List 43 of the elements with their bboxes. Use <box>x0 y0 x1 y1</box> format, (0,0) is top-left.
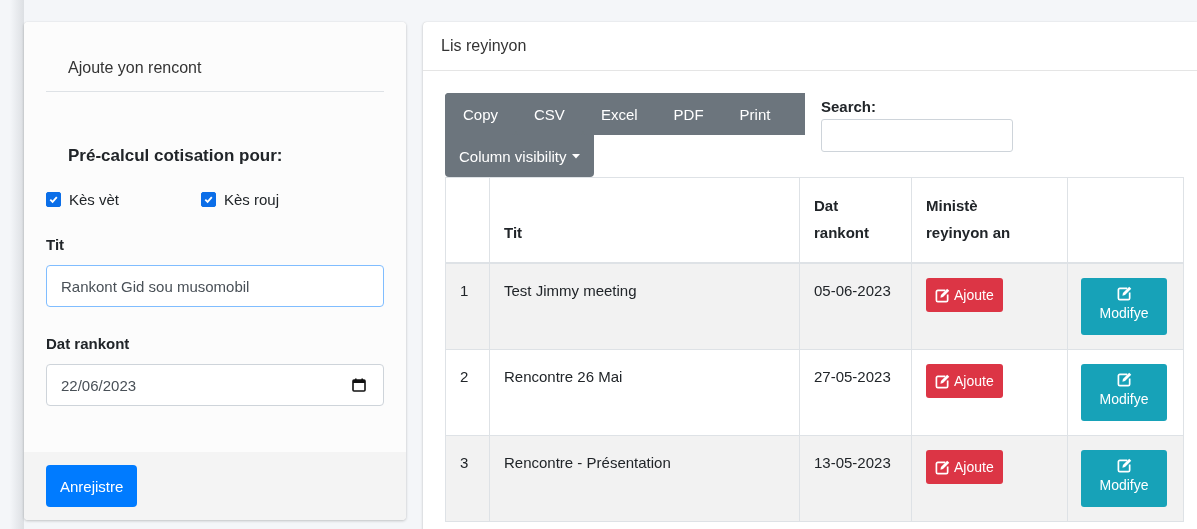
edit-icon <box>1116 286 1132 301</box>
edit-icon <box>935 459 950 475</box>
check-icon <box>48 194 59 205</box>
calendar-icon[interactable] <box>352 378 366 392</box>
search-label: Search: <box>821 98 878 115</box>
checkbox[interactable] <box>46 192 61 207</box>
field-label: Tit <box>46 236 66 253</box>
add-button[interactable]: Ajoute <box>926 278 1003 312</box>
caret-icon <box>571 153 580 159</box>
field-label: Dat rankont <box>46 335 131 352</box>
date-field[interactable]: 22/06/2023 <box>46 364 384 406</box>
table-cell: 3 <box>460 454 469 471</box>
edit-button[interactable]: Modifye <box>1081 278 1167 335</box>
card-title: Ajoute yon rencont <box>46 22 384 92</box>
edit-button[interactable]: Modifye <box>1081 364 1167 421</box>
title-field[interactable]: Rankont Gid sou musomobil <box>46 265 384 307</box>
card-title: Lis reyinyon <box>423 22 1197 71</box>
checkbox-label: Kès vèt <box>69 191 120 208</box>
column-visibility-button[interactable]: Column visibility <box>445 135 594 177</box>
table-cell: Rencontre - Présentation <box>504 454 671 471</box>
save-button[interactable]: Anrejistre <box>46 465 138 507</box>
table-cell: 13-05-2023 <box>814 454 891 471</box>
edit-icon <box>1116 372 1132 387</box>
table-cell: Test Jimmy meeting <box>504 282 637 299</box>
search-field[interactable] <box>821 119 1013 152</box>
checkbox[interactable] <box>201 192 216 207</box>
add-button[interactable]: Ajoute <box>926 450 1003 484</box>
edit-button[interactable]: Modifye <box>1081 450 1167 507</box>
add-button[interactable]: Ajoute <box>926 364 1003 398</box>
table-cell: 05-06-2023 <box>814 282 891 299</box>
edit-icon <box>935 287 950 303</box>
table-cell: 2 <box>460 368 469 385</box>
section-heading: Pré-calcul cotisation pour: <box>67 145 284 166</box>
edit-icon <box>935 373 950 389</box>
column-header: Tit <box>504 224 523 241</box>
table-cell: 27-05-2023 <box>814 368 891 385</box>
edit-icon <box>1116 458 1132 473</box>
column-header: Dat rankont <box>814 197 869 241</box>
column-header: Ministè reyinyon an <box>926 197 1011 241</box>
table-cell: 1 <box>460 282 469 299</box>
check-icon <box>203 194 214 205</box>
checkbox-label: Kès rouj <box>224 191 280 208</box>
table-cell: Rencontre 26 Mai <box>504 368 623 385</box>
